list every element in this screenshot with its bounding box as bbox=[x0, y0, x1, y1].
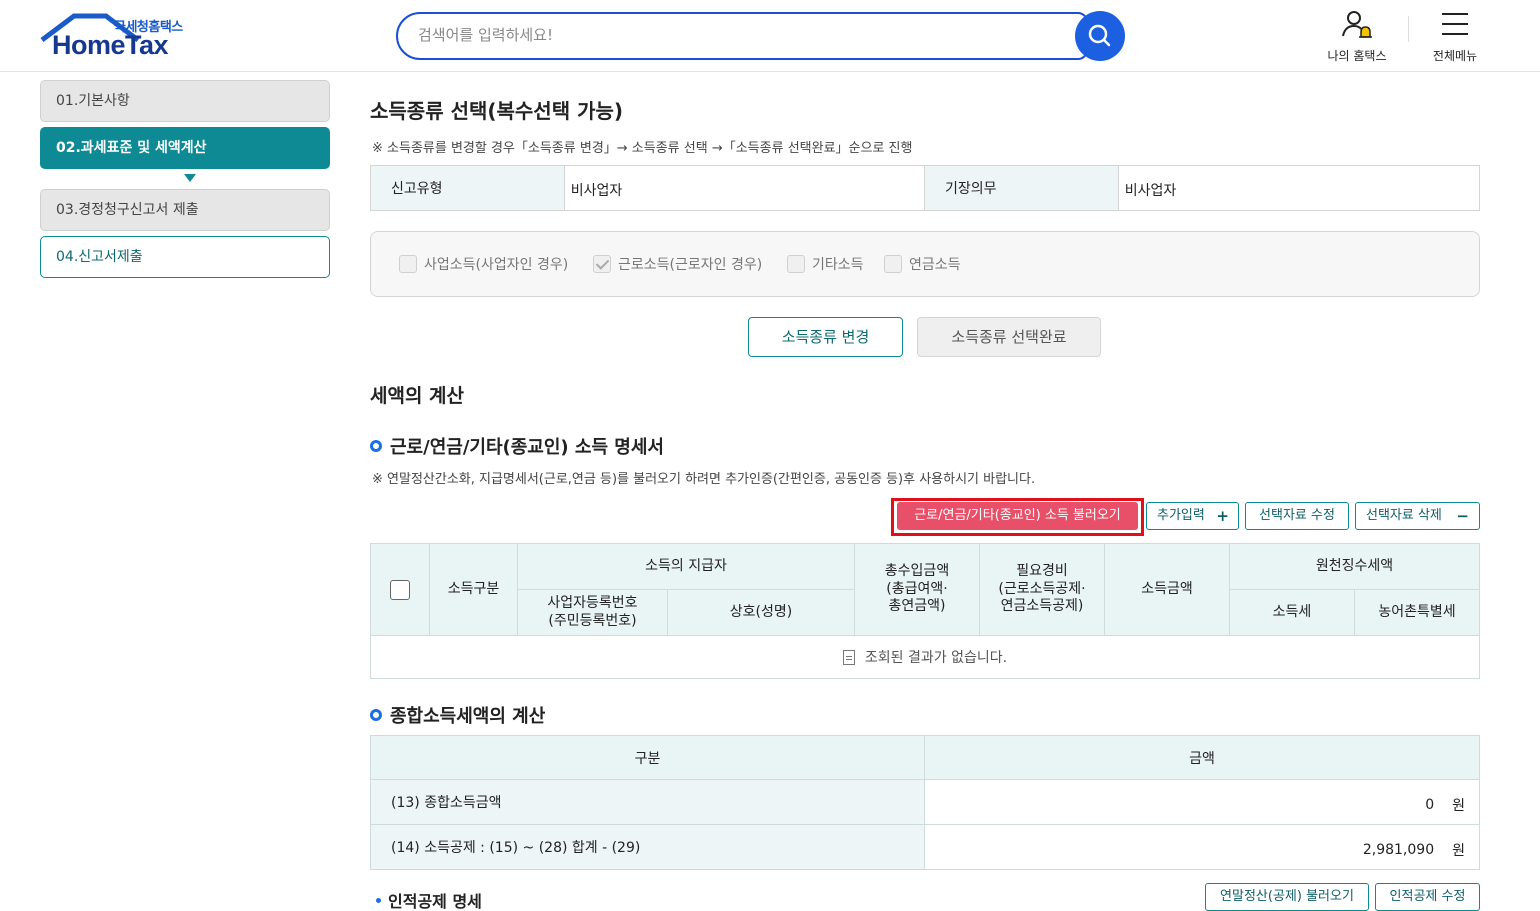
step-basic-info[interactable]: 01.기본사항 bbox=[40, 80, 330, 122]
col-payer: 소득의 지급자 bbox=[518, 544, 855, 590]
income-statement-heading: 근로/연금/기타(종교인) 소득 명세서 bbox=[370, 433, 664, 459]
checkbox-business-income[interactable]: 사업소득(사업자인 경우) bbox=[399, 254, 568, 274]
all-menu-label: 전체메뉴 bbox=[1432, 49, 1478, 63]
income-type-note: ※ 소득종류를 변경할 경우「소득종류 변경」→ 소득종류 선택 →「소득종류 … bbox=[372, 141, 913, 156]
bullet-dot-icon bbox=[376, 898, 381, 903]
search-button[interactable] bbox=[1075, 11, 1125, 61]
my-hometax-button[interactable]: 나의 홈택스 bbox=[1322, 8, 1392, 64]
income-type-checkbox-group: 사업소득(사업자인 경우) 근로소득(근로자인 경우) 기타소득 연금소득 bbox=[370, 231, 1480, 297]
income-statement-table: 소득구분 소득의 지급자 사업자등록번호 (주민등록번호) 상호(성명) 총수입… bbox=[370, 543, 1480, 679]
col-withholding-tax: 원천징수세액 bbox=[1230, 544, 1479, 590]
income-statement-note: ※ 연말정산간소화, 지급명세서(근로,연금 등)를 불러오기 하려면 추가인증… bbox=[372, 472, 1036, 487]
step-down-arrow-icon bbox=[184, 174, 196, 182]
checkbox-square[interactable] bbox=[884, 255, 902, 273]
personal-deduction-heading: 인적공제 명세 bbox=[376, 888, 482, 911]
load-year-end-button[interactable]: 연말정산(공제) 불러오기 bbox=[1205, 883, 1369, 911]
row-amount: 0 원 bbox=[925, 780, 1479, 824]
report-type-value: 비사업자 bbox=[565, 166, 925, 210]
global-tax-title: 종합소득세액의 계산 bbox=[390, 706, 546, 727]
income-type-title: 소득종류 선택(복수선택 가능) bbox=[370, 99, 624, 123]
hamburger-icon bbox=[1442, 13, 1468, 35]
add-input-label: 추가입력 bbox=[1157, 508, 1205, 523]
plus-icon: + bbox=[1216, 507, 1229, 525]
add-input-button[interactable]: 추가입력 + bbox=[1146, 502, 1239, 530]
tax-calc-title: 세액의 계산 bbox=[370, 385, 465, 407]
amount-unit: 원 bbox=[1452, 843, 1465, 859]
amount-value: 2,981,090 bbox=[1362, 842, 1435, 858]
step-report-submit[interactable]: 04.신고서제출 bbox=[40, 236, 330, 278]
empty-result-message: 조회된 결과가 없습니다. bbox=[864, 650, 1008, 666]
table-row: (14) 소득공제 : (15) ~ (28) 합계 - (29) 2,981,… bbox=[371, 825, 1479, 869]
header: 국세청홈택스 HomeTax 나의 홈택스 전체메뉴 bbox=[0, 0, 1540, 72]
step-tax-calculation[interactable]: 02.과세표준 및 세액계산 bbox=[40, 127, 330, 169]
checkbox-square[interactable] bbox=[399, 255, 417, 273]
select-all-checkbox[interactable] bbox=[390, 579, 410, 600]
col-income-tax: 소득세 bbox=[1230, 590, 1355, 636]
global-tax-table: 구분 금액 (13) 종합소득금액 0 원 (14) 소득공제 : (15) ~… bbox=[370, 735, 1480, 870]
col-rural-tax: 농어촌특별세 bbox=[1355, 590, 1479, 636]
col-biz-no: 사업자등록번호 (주민등록번호) bbox=[518, 590, 668, 636]
change-income-type-button[interactable]: 소득종류 변경 bbox=[748, 317, 903, 357]
bullet-circle-icon bbox=[370, 709, 382, 721]
edit-selected-button[interactable]: 선택자료 수정 bbox=[1245, 502, 1349, 530]
checkbox-earned-income[interactable]: 근로소득(근로자인 경우) bbox=[593, 254, 762, 274]
col-category: 구분 bbox=[371, 736, 925, 779]
col-amount: 금액 bbox=[1189, 750, 1215, 767]
row-label: (14) 소득공제 : (15) ~ (28) 합계 - (29) bbox=[371, 825, 925, 869]
income-statement-title: 근로/연금/기타(종교인) 소득 명세서 bbox=[390, 437, 664, 458]
checkbox-pension-income[interactable]: 연금소득 bbox=[884, 254, 961, 274]
search-icon bbox=[1088, 24, 1111, 47]
table-row: (13) 종합소득금액 0 원 bbox=[371, 780, 1479, 825]
select-all-cell bbox=[371, 544, 430, 636]
search-box[interactable] bbox=[396, 12, 1088, 60]
my-hometax-label: 나의 홈택스 bbox=[1327, 49, 1387, 63]
col-income-type: 소득구분 bbox=[430, 544, 518, 636]
minus-icon: − bbox=[1456, 507, 1469, 525]
checkbox-label: 근로소득(근로자인 경우) bbox=[618, 257, 763, 273]
step-correction-submit[interactable]: 03.경정청구신고서 제출 bbox=[40, 189, 330, 231]
complete-income-type-button[interactable]: 소득종류 선택완료 bbox=[917, 317, 1101, 357]
col-necessary-expense: 필요경비 (근로소득공제· 연금소득공제) bbox=[980, 544, 1105, 636]
checkbox-square[interactable] bbox=[787, 255, 805, 273]
search-input[interactable] bbox=[418, 26, 1018, 44]
col-income-amount: 소득금액 bbox=[1105, 544, 1230, 636]
global-tax-header-row: 구분 금액 bbox=[371, 736, 1479, 780]
document-icon bbox=[842, 649, 855, 665]
bookkeeping-label: 기장의무 bbox=[925, 166, 1119, 210]
report-type-label: 신고유형 bbox=[371, 166, 565, 210]
all-menu-button[interactable]: 전체메뉴 bbox=[1422, 8, 1488, 64]
checkbox-label: 기타소득 bbox=[812, 257, 864, 273]
header-divider bbox=[1408, 16, 1409, 42]
personal-deduction-title: 인적공제 명세 bbox=[388, 892, 482, 911]
load-income-button[interactable]: 근로/연금/기타(종교인) 소득 불러오기 bbox=[897, 502, 1138, 530]
bookkeeping-value: 비사업자 bbox=[1124, 183, 1177, 199]
row-label: (13) 종합소득금액 bbox=[371, 780, 925, 824]
edit-personal-deduction-button[interactable]: 인적공제 수정 bbox=[1375, 883, 1480, 911]
amount-unit: 원 bbox=[1452, 798, 1465, 814]
logo-title: HomeTax bbox=[52, 30, 169, 60]
hometax-logo[interactable]: 국세청홈택스 HomeTax bbox=[40, 12, 200, 62]
col-trade-name: 상호(성명) bbox=[668, 590, 855, 636]
checkbox-other-income[interactable]: 기타소득 bbox=[787, 254, 864, 274]
checkbox-label: 사업소득(사업자인 경우) bbox=[424, 257, 569, 273]
empty-result-row: 조회된 결과가 없습니다. bbox=[371, 636, 1479, 678]
bullet-circle-icon bbox=[370, 440, 382, 452]
checkbox-label: 연금소득 bbox=[909, 257, 961, 273]
user-bell-icon bbox=[1342, 11, 1372, 38]
amount-value: 0 bbox=[1425, 797, 1435, 813]
checkbox-square-checked[interactable] bbox=[593, 255, 611, 273]
col-gross-income: 총수입금액 (총급여액· 총연금액) bbox=[855, 544, 980, 636]
row-amount: 2,981,090 원 bbox=[925, 825, 1479, 869]
delete-selected-label: 선택자료 삭제 bbox=[1366, 508, 1442, 523]
report-info-table: 신고유형 비사업자 기장의무 비사업자 bbox=[370, 165, 1480, 211]
global-tax-heading: 종합소득세액의 계산 bbox=[370, 702, 545, 728]
delete-selected-button[interactable]: 선택자료 삭제 − bbox=[1355, 502, 1480, 530]
